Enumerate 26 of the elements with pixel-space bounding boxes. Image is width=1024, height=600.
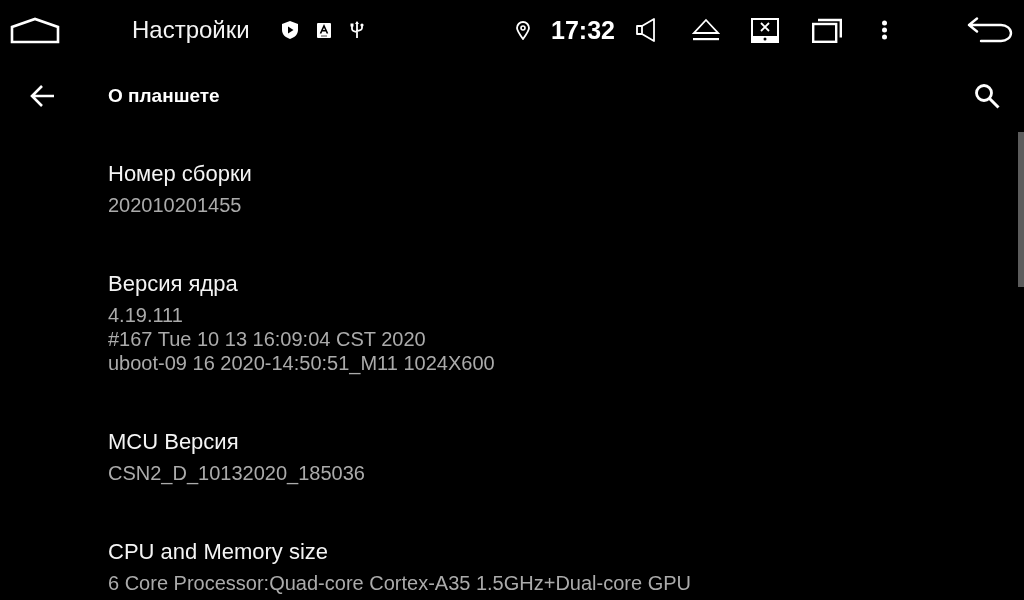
page-title: О планшете [108,85,220,107]
back-icon[interactable] [967,17,1013,43]
setting-value: #167 Tue 10 13 16:09:04 CST 2020 [108,327,426,351]
eject-icon[interactable] [692,18,720,42]
location-pin-icon [516,20,531,40]
shield-play-icon [281,21,298,39]
setting-value: uboot-09 16 2020-14:50:51_M11 1024X600 [108,351,495,375]
menu-icon[interactable] [881,20,888,40]
setting-value: 202010201455 [108,193,242,217]
setting-value: 4.19.111 [108,303,183,327]
home-icon[interactable] [10,16,60,44]
back-arrow-icon[interactable] [30,84,55,108]
search-icon[interactable] [974,83,1000,109]
setting-title: Версия ядра [108,270,238,298]
setting-value: 6 Core Processor:Quad-core Cortex-A35 1.5GHz+Dual-core GPU [108,571,691,595]
screen-off-icon[interactable] [751,17,779,43]
setting-title: Номер сборки [108,160,252,188]
app-title: Настройки [132,16,250,44]
clock-time: 17:32 [551,15,615,45]
speaker-icon[interactable] [636,18,656,42]
letter-tile-icon [316,22,331,38]
usb-icon [349,21,364,39]
setting-title: MCU Версия [108,428,239,456]
setting-title: CPU and Memory size [108,538,329,566]
setting-value: CSN2_D_10132020_185036 [108,461,365,485]
recent-apps-icon[interactable] [812,17,842,43]
